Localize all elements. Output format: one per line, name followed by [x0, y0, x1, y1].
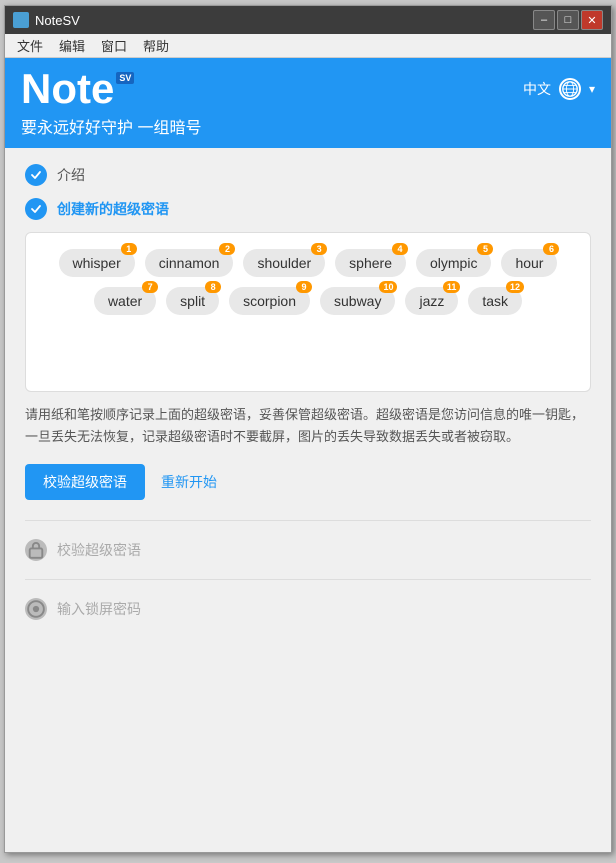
word-chip-10: subway10 — [320, 287, 395, 315]
pin-step-icon — [25, 598, 47, 620]
step-1-label: 介绍 — [57, 165, 85, 185]
pin-step-label: 输入锁屏密码 — [57, 599, 141, 619]
app-header: Note SV 中文 ▾ 要永远好好守护 一组暗号 — [5, 58, 611, 148]
window-title: NoteSV — [35, 13, 527, 28]
word-cloud-box: whisper1 cinnamon2 shoulder3 sphere4 olympic… — [25, 232, 591, 392]
word-chip-5: olympic5 — [416, 249, 491, 277]
dropdown-arrow-icon[interactable]: ▾ — [589, 82, 595, 96]
app-subtitle: 要永远好好守护 一组暗号 — [21, 114, 595, 138]
menu-window[interactable]: 窗口 — [93, 34, 135, 57]
step-1: 介绍 — [25, 164, 591, 186]
close-button[interactable]: ✕ — [581, 10, 603, 30]
word-chip-7: water7 — [94, 287, 156, 315]
main-content: 介绍 创建新的超级密语 whisper1 cinnamon2 shoulder3 sp… — [5, 148, 611, 852]
verify-button[interactable]: 校验超级密语 — [25, 464, 145, 500]
word-chip-11: jazz11 — [405, 287, 458, 315]
word-chip-3: shoulder3 — [243, 249, 325, 277]
app-title: Note — [21, 68, 114, 110]
header-right: 中文 ▾ — [523, 78, 595, 100]
header-top: Note SV 中文 ▾ — [21, 68, 595, 110]
word-chip-4: sphere4 — [335, 249, 406, 277]
divider-2 — [25, 579, 591, 580]
menu-edit[interactable]: 编辑 — [51, 34, 93, 57]
globe-icon[interactable] — [559, 78, 581, 100]
bottom-step-1: 校验超级密语 — [25, 529, 591, 571]
app-window: NoteSV – □ ✕ 文件 编辑 窗口 帮助 Note SV 中文 — [4, 5, 612, 853]
divider-1 — [25, 520, 591, 521]
word-chip-12: task12 — [468, 287, 522, 315]
sv-badge: SV — [116, 72, 134, 84]
word-chip-9: scorpion9 — [229, 287, 310, 315]
word-chip-2: cinnamon2 — [145, 249, 234, 277]
menu-file[interactable]: 文件 — [9, 34, 51, 57]
menu-bar: 文件 编辑 窗口 帮助 — [5, 34, 611, 58]
step-2: 创建新的超级密语 — [25, 198, 591, 220]
menu-help[interactable]: 帮助 — [135, 34, 177, 57]
title-bar: NoteSV – □ ✕ — [5, 6, 611, 34]
description-text: 请用纸和笔按顺序记录上面的超级密语，妥善保管超级密语。超级密语是您访问信息的唯一… — [25, 404, 591, 448]
verify-step-label: 校验超级密语 — [57, 540, 141, 560]
step-2-label: 创建新的超级密语 — [57, 199, 169, 219]
maximize-button[interactable]: □ — [557, 10, 579, 30]
app-icon — [13, 12, 29, 28]
word-chip-1: whisper1 — [59, 249, 135, 277]
bottom-step-2: 输入锁屏密码 — [25, 588, 591, 630]
app-title-container: Note SV — [21, 68, 134, 110]
word-chip-6: hour6 — [501, 249, 557, 277]
button-row: 校验超级密语 重新开始 — [25, 464, 591, 500]
word-cloud-grid: whisper1 cinnamon2 shoulder3 sphere4 olympic… — [42, 249, 574, 315]
step-1-icon — [25, 164, 47, 186]
minimize-button[interactable]: – — [533, 10, 555, 30]
word-chip-8: split8 — [166, 287, 219, 315]
restart-button[interactable]: 重新开始 — [161, 472, 217, 492]
window-controls: – □ ✕ — [533, 10, 603, 30]
verify-step-icon — [25, 539, 47, 561]
lang-label: 中文 — [523, 79, 551, 99]
step-2-icon — [25, 198, 47, 220]
